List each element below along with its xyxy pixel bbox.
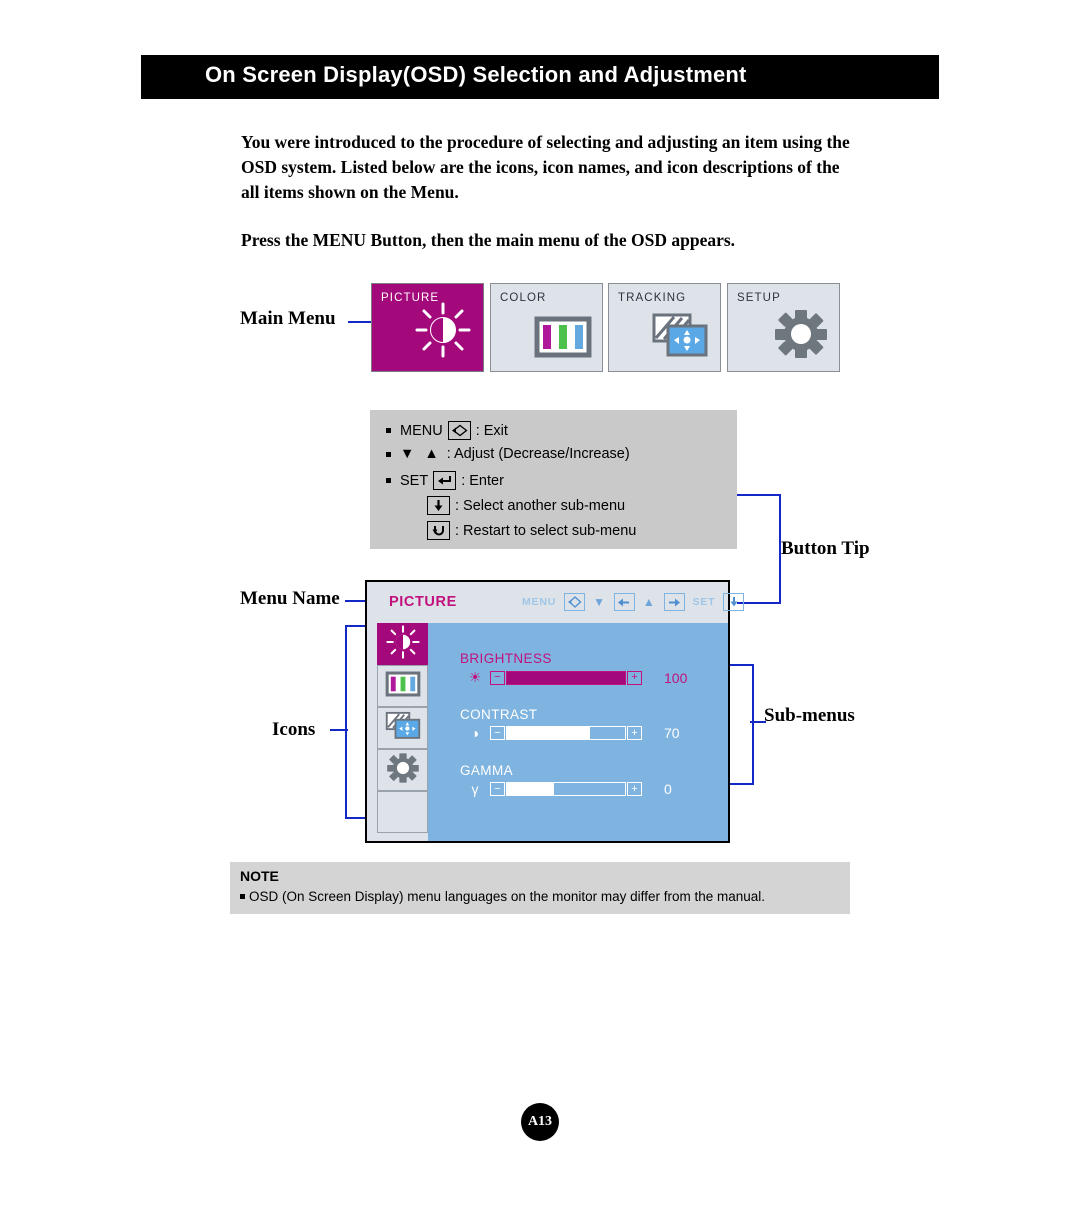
main-menu-tile-color[interactable]: COLOR (490, 283, 603, 372)
osd-btn-up-label: ▲ (642, 595, 656, 609)
contrast-slider[interactable] (506, 726, 626, 740)
tip-suffix: : Adjust (Decrease/Increase) (446, 446, 630, 462)
connector-sub-menus (730, 664, 754, 785)
tip-line-set: SET : Enter (386, 471, 504, 490)
color-bars-icon (534, 314, 592, 365)
tip-line-adjust: ▼ ▲ : Adjust (Decrease/Increase) (386, 446, 630, 462)
osd-sidebar-item-blank[interactable] (377, 791, 428, 833)
callout-main-menu: Main Menu (240, 308, 336, 329)
slider-fill (507, 783, 555, 795)
brightness-icon (385, 624, 421, 665)
tip-line-restart-sub-menu: : Restart to select sub-menu (427, 521, 636, 540)
tip-suffix: : Exit (475, 422, 508, 439)
main-menu-tile-label: COLOR (500, 292, 547, 304)
color-bars-icon (385, 670, 421, 703)
osd-menu-name: PICTURE (389, 594, 457, 610)
main-menu-tile-tracking[interactable]: TRACKING (608, 283, 721, 372)
increase-button[interactable]: + (627, 670, 642, 685)
increase-button[interactable]: + (627, 782, 642, 796)
note-box: NOTE OSD (On Screen Display) menu langua… (230, 862, 850, 914)
osd-btn-down-label: ▼ (593, 595, 606, 609)
brightness-icon (413, 300, 473, 365)
increase-button[interactable]: + (627, 726, 642, 740)
osd-btn-menu-label: MENU (522, 596, 557, 608)
osd-sidebar-item-tracking[interactable] (377, 707, 428, 749)
main-menu-tile-label: SETUP (737, 292, 781, 304)
note-text-row: OSD (On Screen Display) menu languages o… (240, 889, 765, 904)
restart-icon (427, 521, 450, 540)
bullet-square (386, 428, 391, 433)
page-number-badge: A13 (521, 1103, 559, 1141)
enter-icon (433, 471, 457, 490)
osd-row-value: 70 (664, 725, 680, 741)
main-menu-tile-picture[interactable]: PICTURE (371, 283, 484, 372)
right-arrow-icon[interactable] (663, 593, 685, 611)
osd-row-brightness[interactable]: BRIGHTNESS ☀ − + 100 (460, 651, 700, 686)
tip-line-select-sub-menu: : Select another sub-menu (427, 496, 625, 515)
connector-main-menu (348, 321, 371, 323)
main-menu-tile-setup[interactable]: SETUP (727, 283, 840, 372)
menu-exit-icon[interactable] (564, 593, 586, 611)
osd-row-label: GAMMA (460, 763, 514, 778)
bullet-square (386, 451, 391, 457)
brightness-slider[interactable] (506, 670, 626, 685)
down-arrow-icon (427, 496, 450, 515)
gamma-icon: γ (471, 781, 479, 797)
bullet-square (386, 478, 391, 483)
osd-header-buttons: MENU ▼ ▲ SET (522, 593, 745, 611)
osd-row-label: CONTRAST (460, 707, 538, 722)
bullet-square (240, 894, 245, 899)
tip-suffix: : Restart to select sub-menu (455, 522, 637, 539)
intro-paragraph-1: You were introduced to the procedure of … (241, 132, 850, 202)
callout-menu-name: Menu Name (240, 588, 340, 609)
osd-sidebar-item-setup[interactable] (377, 749, 428, 791)
left-arrow-icon[interactable] (613, 593, 635, 611)
note-text: OSD (On Screen Display) menu languages o… (249, 889, 765, 904)
sun-icon: ☀ (468, 669, 482, 685)
osd-row-value: 0 (664, 781, 672, 797)
gear-icon (386, 752, 420, 789)
tip-prefix: SET (400, 472, 429, 489)
tracking-icon (650, 312, 710, 365)
contrast-icon: ◑ (470, 725, 480, 741)
callout-button-tip: Button Tip (781, 538, 870, 559)
gear-icon (773, 308, 829, 365)
connector-button-tip (737, 494, 781, 604)
decrease-button[interactable]: − (490, 726, 505, 740)
decrease-button[interactable]: − (490, 670, 505, 685)
osd-row-label: BRIGHTNESS (460, 651, 552, 666)
slider-fill (507, 727, 590, 739)
slider-fill (507, 671, 625, 684)
down-arrow-icon[interactable] (723, 593, 745, 611)
note-title: NOTE (240, 868, 279, 884)
osd-icon-sidebar (377, 623, 428, 833)
osd-header: PICTURE MENU ▼ ▲ SET (367, 582, 745, 623)
button-tip-box: MENU : Exit ▼ ▲ : Adjust (Decrease/Incre… (370, 410, 737, 549)
osd-sidebar-item-picture[interactable] (377, 623, 428, 665)
osd-row-contrast[interactable]: CONTRAST ◑ − + 70 (460, 707, 700, 741)
menu-exit-icon (447, 421, 471, 440)
osd-row-gamma[interactable]: GAMMA γ − + 0 (460, 763, 700, 797)
decrease-button[interactable]: − (490, 782, 505, 796)
callout-sub-menus: Sub-menus (764, 705, 855, 726)
intro-paragraph-2: Press the MENU Button, then the main men… (241, 230, 736, 250)
gamma-slider[interactable] (506, 782, 626, 796)
page-title: On Screen Display(OSD) Selection and Adj… (205, 62, 747, 87)
tracking-icon (384, 711, 422, 746)
callout-icons: Icons (272, 719, 316, 740)
tip-prefix: ▼ ▲ (400, 446, 442, 462)
connector-icons-stem (330, 729, 348, 731)
osd-panel: PICTURE MENU ▼ ▲ SET BRIGHTNESS ☀ − + 10… (365, 580, 745, 843)
tip-line-menu: MENU : Exit (386, 421, 508, 440)
page-title-bar: On Screen Display(OSD) Selection and Adj… (141, 55, 939, 99)
tip-suffix: : Select another sub-menu (455, 497, 626, 514)
tip-prefix: MENU (400, 422, 443, 439)
osd-btn-set-label: SET (692, 596, 716, 608)
osd-sidebar-item-color[interactable] (377, 665, 428, 707)
osd-submenu-body: BRIGHTNESS ☀ − + 100 CONTRAST ◑ − + 70 G… (428, 623, 728, 841)
tip-suffix: : Enter (461, 472, 504, 489)
main-menu-tile-label: TRACKING (618, 292, 687, 304)
osd-row-value: 100 (664, 669, 688, 686)
